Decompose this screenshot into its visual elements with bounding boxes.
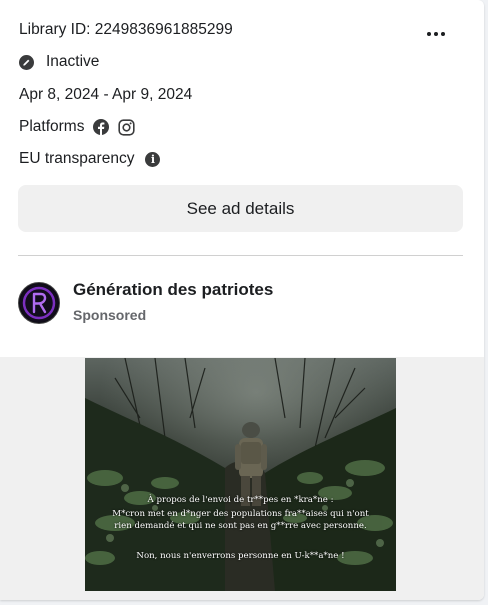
platforms-row: Platforms <box>19 117 136 137</box>
inactive-status-icon <box>19 54 34 70</box>
facebook-icon <box>93 119 110 135</box>
see-ad-details-button[interactable]: See ad details <box>18 185 463 232</box>
divider <box>18 255 463 256</box>
instagram-icon <box>118 118 136 136</box>
sponsored-label: Sponsored <box>73 307 147 323</box>
info-icon[interactable]: i <box>145 151 161 167</box>
library-id-row: Library ID: 2249836961885299 <box>19 20 233 40</box>
ad-text-line-3: rien demandé et qui ne sont pas en g**rr… <box>114 521 367 531</box>
ad-text-line-4: Non, nous n'enverrons personne en U-k**a… <box>136 551 345 561</box>
eu-transparency-label: EU transparency <box>19 150 135 167</box>
ad-text-line-1: À propos de l'envoi de tr**pes en *kra*n… <box>147 495 334 505</box>
more-options-icon[interactable] <box>422 24 450 44</box>
ad-text-line-2: M*cron met en d*nger des populations fra… <box>112 509 369 519</box>
advertiser-name[interactable]: Génération des patriotes <box>73 280 273 300</box>
date-row: Apr 8, 2024 - Apr 9, 2024 <box>19 85 192 105</box>
status-text: Inactive <box>46 53 100 70</box>
eu-transparency-row: EU transparency i <box>19 149 161 169</box>
ad-creative-image[interactable]: À propos de l'envoi de tr**pes en *kra*n… <box>85 358 396 591</box>
status-row: Inactive <box>19 52 99 72</box>
advertiser-avatar[interactable] <box>18 282 60 324</box>
library-id: Library ID: 2249836961885299 <box>19 21 233 38</box>
date-range: Apr 8, 2024 - Apr 9, 2024 <box>19 86 193 103</box>
platforms-label: Platforms <box>19 118 85 135</box>
